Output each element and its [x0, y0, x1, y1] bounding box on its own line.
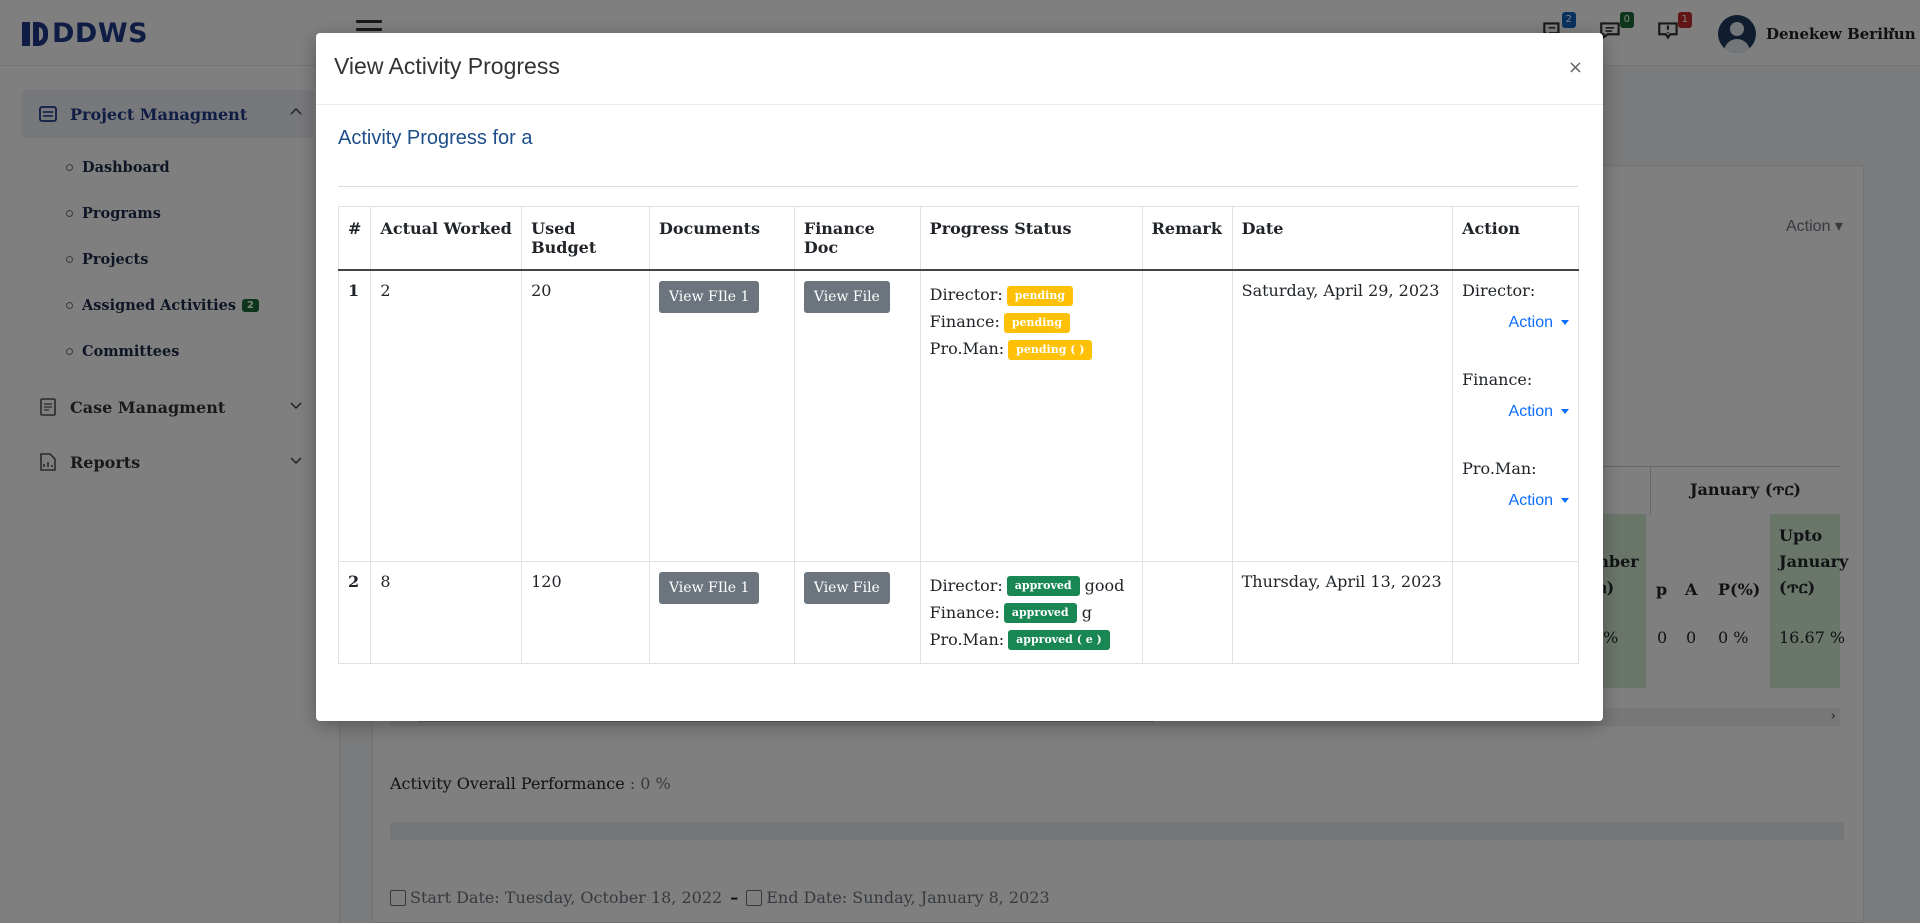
view-document-button[interactable]: View FIle 1 — [658, 281, 760, 313]
documents-cell: View FIle 1 — [648, 560, 795, 664]
remark-cell — [1141, 269, 1233, 562]
action-cell — [1452, 560, 1579, 664]
caret-down-icon — [1561, 498, 1569, 504]
remark-cell — [1141, 560, 1233, 664]
status-badge: pending — [1003, 312, 1071, 333]
documents-cell: View FIle 1 — [648, 269, 795, 562]
action-role-label: Finance: — [1462, 370, 1533, 389]
column-header: Progress Status — [919, 206, 1143, 271]
director-status: Director: pending — [930, 281, 1133, 308]
status-comment: g — [1081, 602, 1092, 622]
proman-status: Pro.Man: approved ( e ) — [930, 626, 1133, 653]
status-badge: pending — [1006, 285, 1074, 306]
finance-status: Finance: pending — [930, 308, 1133, 335]
status-label: Director: — [929, 285, 1003, 304]
used-budget-cell: 120 — [521, 560, 650, 664]
date-cell: Thursday, April 13, 2023 — [1231, 560, 1454, 664]
view-document-button[interactable]: View FIle 1 — [658, 571, 760, 604]
modal-subtitle: Activity Progress for a — [338, 127, 533, 149]
finance-doc-cell: View File — [793, 560, 921, 664]
date-cell: Saturday, April 29, 2023 — [1231, 269, 1454, 562]
finance-doc-cell: View File — [793, 269, 921, 562]
activity-progress-modal: View Activity Progress × Activity Progre… — [316, 33, 1603, 721]
status-badge: approved — [1003, 603, 1077, 623]
row-number: 1 — [337, 269, 372, 562]
director-action-dropdown[interactable]: Action — [1462, 314, 1569, 332]
progress-status-cell: Director: pending Finance: pending Pro.Man… — [919, 269, 1143, 562]
action-cell: Director: Action Finance: Action Pro.Man… — [1452, 269, 1579, 562]
status-comment: good — [1084, 575, 1125, 595]
column-header: Finance Doc — [793, 206, 921, 271]
table-row: 2 8 120 View FIle 1 View File Director: a… — [337, 560, 1579, 664]
proman-status: Pro.Man: pending ( ) — [930, 335, 1133, 362]
used-budget-cell: 20 — [521, 269, 650, 562]
view-finance-file-button[interactable]: View File — [803, 571, 890, 604]
table-header-row: # Actual Worked Used Budget Documents Fi… — [337, 206, 1579, 271]
modal-header: View Activity Progress × — [316, 33, 1603, 105]
finance-action-dropdown[interactable]: Action — [1462, 403, 1569, 421]
caret-down-icon — [1561, 320, 1569, 326]
caret-down-icon — [1561, 409, 1569, 415]
column-header: Action — [1452, 206, 1579, 271]
status-badge: pending ( ) — [1008, 339, 1093, 360]
status-label: Pro.Man: — [929, 339, 1005, 358]
action-role-label: Pro.Man: — [1462, 459, 1537, 478]
proman-action-dropdown[interactable]: Action — [1462, 492, 1569, 510]
actual-worked-cell: 8 — [370, 560, 523, 664]
column-header: Date — [1231, 206, 1454, 271]
column-header: Remark — [1141, 206, 1233, 271]
view-finance-file-button[interactable]: View File — [803, 281, 890, 313]
modal-title: View Activity Progress — [334, 53, 560, 79]
column-header: Actual Worked — [370, 206, 523, 271]
activity-progress-table: # Actual Worked Used Budget Documents Fi… — [337, 206, 1579, 664]
column-header: Documents — [648, 206, 795, 271]
divider — [338, 186, 1578, 187]
status-badge: approved — [1006, 576, 1080, 596]
progress-status-cell: Director: approved good Finance: approved … — [919, 560, 1143, 664]
action-label: Action — [1508, 492, 1553, 509]
table-row: 1 2 20 View FIle 1 View File Director: pe… — [337, 269, 1579, 562]
actual-worked-cell: 2 — [370, 269, 523, 562]
status-badge: approved ( e ) — [1008, 630, 1110, 650]
column-header: # — [337, 206, 372, 271]
finance-status: Finance: approved g — [930, 599, 1133, 626]
action-label: Action — [1508, 314, 1553, 331]
status-label: Director: — [929, 575, 1003, 595]
status-label: Pro.Man: — [929, 629, 1005, 649]
director-status: Director: approved good — [930, 572, 1133, 599]
close-icon[interactable]: × — [1568, 57, 1583, 78]
row-number: 2 — [337, 560, 372, 664]
status-label: Finance: — [929, 312, 1000, 331]
action-role-label: Director: — [1462, 281, 1536, 300]
column-header: Used Budget — [521, 206, 650, 271]
action-label: Action — [1508, 403, 1553, 420]
status-label: Finance: — [929, 602, 1000, 622]
